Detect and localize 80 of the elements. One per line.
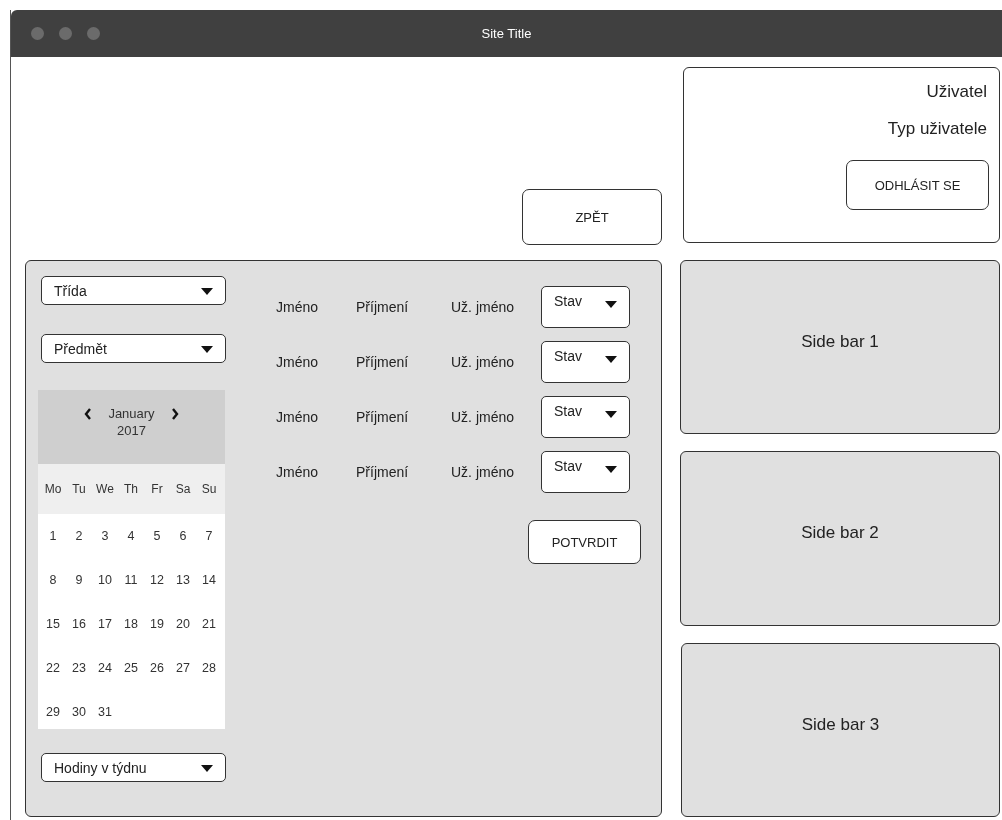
side-bar-label: Side bar 2 bbox=[801, 523, 879, 545]
calendar-day[interactable]: 20 bbox=[170, 617, 196, 631]
caret-icon bbox=[605, 301, 617, 308]
first-name-text: Jméno bbox=[276, 354, 319, 370]
calendar-day[interactable]: 8 bbox=[40, 573, 66, 587]
status-dropdown[interactable]: Stav bbox=[541, 451, 630, 493]
window-control-icon[interactable] bbox=[87, 27, 100, 40]
calendar-day[interactable]: 9 bbox=[66, 573, 92, 587]
calendar-day[interactable]: 14 bbox=[196, 573, 222, 587]
status-dropdown[interactable]: Stav bbox=[541, 341, 630, 383]
calendar-day[interactable]: 18 bbox=[118, 617, 144, 631]
calendar-year: 2017 bbox=[117, 423, 146, 438]
logout-button[interactable]: ODHLÁSIT SE bbox=[846, 160, 989, 210]
calendar-day[interactable]: 5 bbox=[144, 529, 170, 543]
calendar-day[interactable]: 3 bbox=[92, 529, 118, 543]
username-text: Už. jméno bbox=[451, 299, 515, 315]
calendar-day[interactable]: 7 bbox=[196, 529, 222, 543]
caret-icon bbox=[605, 466, 617, 473]
side-bar-label: Side bar 3 bbox=[801, 714, 880, 736]
calendar-day[interactable]: 10 bbox=[92, 573, 118, 587]
calendar-day[interactable]: 28 bbox=[196, 661, 222, 675]
caret-icon bbox=[605, 356, 617, 363]
calendar-day[interactable]: 21 bbox=[196, 617, 222, 631]
weekday-label: We bbox=[95, 482, 115, 496]
confirm-button[interactable]: POTVRDIT bbox=[528, 520, 641, 564]
calendar-day[interactable]: 15 bbox=[40, 617, 66, 631]
filter-dropdown[interactable]: Třída bbox=[41, 276, 226, 305]
calendar-day[interactable]: 11 bbox=[118, 573, 144, 587]
weekday-label: Su bbox=[200, 482, 218, 496]
weekday-label: Mo bbox=[43, 482, 63, 496]
first-name-text: Jméno bbox=[276, 409, 319, 425]
calendar-day[interactable]: 29 bbox=[40, 705, 66, 719]
calendar-day[interactable]: 26 bbox=[144, 661, 170, 675]
last-name-text: Příjmení bbox=[356, 299, 409, 315]
window-control-icon[interactable] bbox=[31, 27, 44, 40]
calendar-day[interactable]: 12 bbox=[144, 573, 170, 587]
chevron-right-icon[interactable] bbox=[170, 407, 179, 420]
calendar-day[interactable]: 6 bbox=[170, 529, 196, 543]
user-type: Typ uživatele bbox=[887, 119, 987, 139]
weekday-label: Sa bbox=[174, 482, 192, 496]
weekday-label: Th bbox=[123, 482, 139, 496]
calendar-day[interactable]: 4 bbox=[118, 529, 144, 543]
status-dropdown[interactable]: Stav bbox=[541, 286, 630, 328]
last-name-text: Příjmení bbox=[356, 464, 409, 480]
back-button[interactable]: ZPĚT bbox=[522, 189, 662, 245]
calendar-day[interactable]: 1 bbox=[40, 529, 66, 543]
caret-icon bbox=[201, 346, 213, 353]
calendar-day[interactable]: 23 bbox=[66, 661, 92, 675]
calendar-day[interactable]: 24 bbox=[92, 661, 118, 675]
hours-dropdown[interactable]: Hodiny v týdnu bbox=[41, 753, 226, 782]
username-text: Už. jméno bbox=[451, 354, 515, 370]
side-bar-label: Side bar 1 bbox=[801, 332, 879, 353]
calendar-day[interactable]: 16 bbox=[66, 617, 92, 631]
calendar-day[interactable]: 2 bbox=[66, 529, 92, 543]
calendar-day[interactable]: 19 bbox=[144, 617, 170, 631]
first-name-text: Jméno bbox=[276, 299, 319, 315]
weekday-label: Tu bbox=[71, 482, 87, 496]
filter-dropdown[interactable]: Předmět bbox=[41, 334, 226, 363]
caret-icon bbox=[201, 288, 213, 295]
calendar-day[interactable]: 17 bbox=[92, 617, 118, 631]
username-text: Už. jméno bbox=[451, 464, 515, 480]
caret-icon bbox=[201, 765, 213, 772]
window-title: Site Title bbox=[481, 26, 532, 41]
weekday-label: Fr bbox=[150, 482, 164, 496]
chevron-left-icon[interactable] bbox=[84, 407, 93, 420]
status-dropdown[interactable]: Stav bbox=[541, 396, 630, 438]
calendar-day[interactable]: 30 bbox=[66, 705, 92, 719]
calendar-day[interactable]: 31 bbox=[92, 705, 118, 719]
last-name-text: Příjmení bbox=[356, 409, 409, 425]
calendar-day[interactable]: 13 bbox=[170, 573, 196, 587]
calendar-day[interactable]: 25 bbox=[118, 661, 144, 675]
username-text: Už. jméno bbox=[451, 409, 515, 425]
window-control-icon[interactable] bbox=[59, 27, 72, 40]
last-name-text: Příjmení bbox=[356, 354, 409, 370]
caret-icon bbox=[605, 411, 617, 418]
calendar-day[interactable]: 27 bbox=[170, 661, 196, 675]
user-name: Uživatel bbox=[926, 82, 987, 102]
calendar-day[interactable]: 22 bbox=[40, 661, 66, 675]
calendar-month: January bbox=[108, 406, 155, 421]
first-name-text: Jméno bbox=[276, 464, 319, 480]
